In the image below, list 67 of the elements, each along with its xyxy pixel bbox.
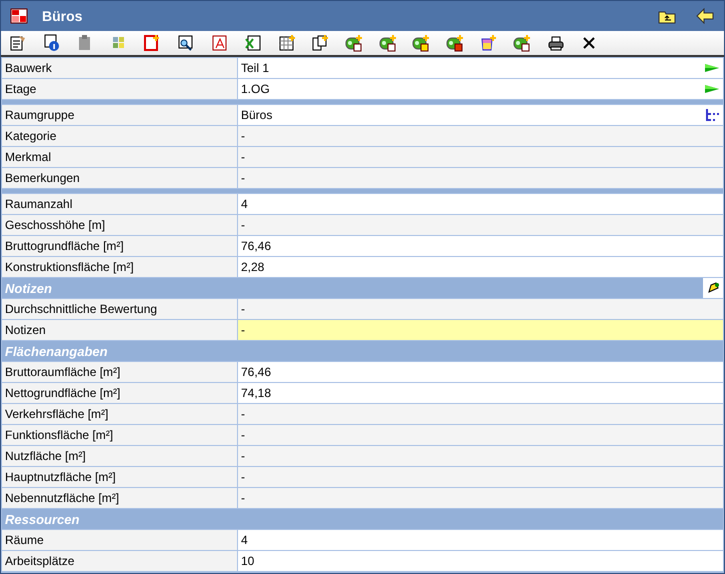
field-label: Geschosshöhe [m] xyxy=(2,215,237,235)
new-document-icon[interactable] xyxy=(143,34,162,52)
app-icon xyxy=(10,8,28,24)
properties-icon[interactable] xyxy=(9,34,27,52)
tag-icon[interactable] xyxy=(512,34,531,52)
field-label: Etage xyxy=(2,79,237,99)
field-label: Kategorie xyxy=(2,126,237,146)
section-title: Ressourcen xyxy=(5,512,80,526)
field-value[interactable]: - xyxy=(238,320,723,340)
back-arrow-icon[interactable] xyxy=(696,8,714,24)
tag-icon[interactable] xyxy=(412,34,430,52)
field-value: - xyxy=(238,404,723,424)
field-label: Funktionsfläche [m²] xyxy=(2,425,237,445)
field-label: Bemerkungen xyxy=(2,168,237,188)
field-value[interactable]: 74,18 xyxy=(238,383,723,403)
field-value[interactable]: 4 xyxy=(238,530,723,550)
field-value: - xyxy=(238,299,723,319)
field-label: Bruttoraumfläche [m²] xyxy=(2,362,237,382)
preview-icon[interactable] xyxy=(176,34,195,52)
info-icon[interactable] xyxy=(42,34,61,52)
field-label: Verkehrsfläche [m²] xyxy=(2,404,237,424)
field-label: Hauptnutzfläche [m²] xyxy=(2,467,237,487)
note-button[interactable] xyxy=(703,278,723,298)
field-value: - xyxy=(238,215,723,235)
tag-icon[interactable] xyxy=(378,34,397,52)
field-value: - xyxy=(238,425,723,445)
field-value[interactable]: 1.OG xyxy=(238,79,723,99)
field-value[interactable]: 2,28 xyxy=(238,257,723,277)
spreadsheet-icon[interactable] xyxy=(244,34,262,52)
copy-icon[interactable] xyxy=(311,34,330,52)
tree-icon[interactable] xyxy=(704,108,720,122)
section-title: Notizen xyxy=(5,280,52,296)
section-title: Flächenangaben xyxy=(5,344,108,358)
field-value[interactable]: 76,46 xyxy=(238,236,723,256)
play-arrow-icon[interactable] xyxy=(704,83,720,95)
field-value: - xyxy=(238,168,723,188)
field-label: Notizen xyxy=(2,320,237,340)
field-label: Nettogrundfläche [m²] xyxy=(2,383,237,403)
field-value: - xyxy=(238,147,723,167)
field-label: Durchschnittliche Bewertung xyxy=(2,299,237,319)
print-icon[interactable] xyxy=(546,34,564,52)
field-label: Bauwerk xyxy=(2,58,237,78)
field-value[interactable]: Büros xyxy=(238,105,723,125)
field-value[interactable]: 4 xyxy=(238,194,723,214)
tag-icon[interactable] xyxy=(446,34,464,52)
table-icon[interactable] xyxy=(278,34,296,52)
field-value: - xyxy=(238,126,723,146)
play-arrow-icon[interactable] xyxy=(704,62,720,74)
field-label: Konstruktionsfläche [m²] xyxy=(2,257,237,277)
field-label: Raumgruppe xyxy=(2,105,237,125)
pdf-icon[interactable] xyxy=(210,34,229,52)
field-label: Merkmal xyxy=(2,147,237,167)
field-value: - xyxy=(238,488,723,508)
window-title: Büros xyxy=(42,8,82,24)
field-value: - xyxy=(238,467,723,487)
field-value: - xyxy=(238,446,723,466)
field-label: Räume xyxy=(2,530,237,550)
field-label: Bruttogrundfläche [m²] xyxy=(2,236,237,256)
field-label: Nebennutzfläche [m²] xyxy=(2,488,237,508)
bucket-icon[interactable] xyxy=(479,34,498,52)
field-label: Nutzfläche [m²] xyxy=(2,446,237,466)
field-label: Raumanzahl xyxy=(2,194,237,214)
field-value[interactable]: Teil 1 xyxy=(238,58,723,78)
field-label: Arbeitsplätze xyxy=(2,551,237,571)
tag-icon[interactable] xyxy=(344,34,363,52)
field-value[interactable]: 10 xyxy=(238,551,723,571)
field-value[interactable]: 76,46 xyxy=(238,362,723,382)
